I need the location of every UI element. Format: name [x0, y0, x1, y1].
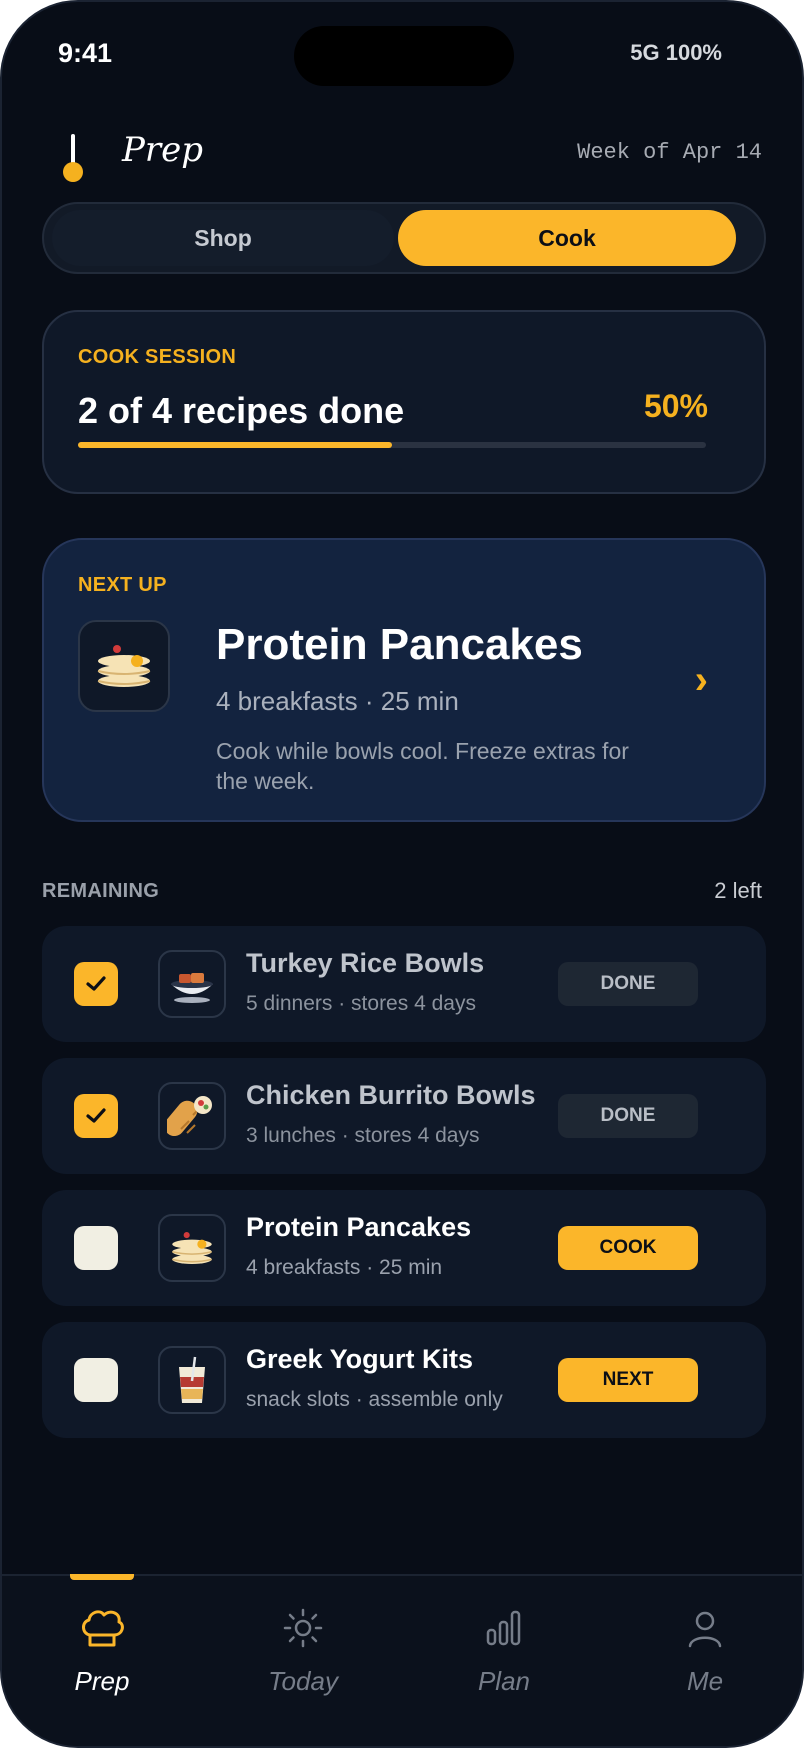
- cook-button[interactable]: COOK: [558, 1226, 698, 1270]
- person-icon: [681, 1604, 729, 1652]
- session-progress-bar: [78, 442, 706, 448]
- rice-bowl-icon: [158, 950, 226, 1018]
- item-subtitle: 3 lunches · stores 4 days: [246, 1124, 480, 1147]
- tab-bar: Prep Today Plan Me: [2, 1574, 802, 1746]
- checkmark-icon: [86, 1108, 106, 1123]
- list-item[interactable]: Turkey Rice Bowls 5 dinners · stores 4 d…: [42, 926, 766, 1042]
- session-eyebrow: COOK SESSION: [78, 346, 237, 368]
- status-indicators: 5G 100%: [630, 40, 722, 65]
- segment-cook[interactable]: Cook: [398, 210, 736, 266]
- burrito-icon: [158, 1082, 226, 1150]
- done-button[interactable]: DONE: [558, 962, 698, 1006]
- next-button[interactable]: NEXT: [558, 1358, 698, 1402]
- yogurt-cup-icon: [158, 1346, 226, 1414]
- next-up-eyebrow: NEXT UP: [78, 574, 167, 596]
- item-title: Chicken Burrito Bowls: [246, 1080, 536, 1110]
- checkbox-unchecked[interactable]: [74, 1358, 118, 1402]
- app-title: Prep: [122, 130, 204, 170]
- sun-icon: [279, 1604, 327, 1652]
- tab-plan[interactable]: Plan: [404, 1604, 604, 1714]
- session-percent: 50%: [643, 388, 708, 424]
- tab-me[interactable]: Me: [605, 1604, 802, 1714]
- item-subtitle: snack slots · assemble only: [246, 1388, 503, 1411]
- cook-session-card: COOK SESSION 2 of 4 recipes done 50%: [42, 310, 766, 494]
- tab-prep[interactable]: Prep: [2, 1604, 202, 1714]
- item-subtitle: 4 breakfasts · 25 min: [246, 1256, 443, 1279]
- checkbox-unchecked[interactable]: [74, 1226, 118, 1270]
- tab-label: Me: [686, 1666, 724, 1696]
- list-item[interactable]: Protein Pancakes 4 breakfasts · 25 min C…: [42, 1190, 766, 1306]
- done-button[interactable]: DONE: [558, 1094, 698, 1138]
- next-up-card[interactable]: NEXT UP Protein Pancakes 4 breakfasts · …: [42, 538, 766, 822]
- chef-hat-icon: [78, 1604, 126, 1652]
- item-title: Turkey Rice Bowls: [246, 948, 485, 978]
- pancakes-icon: [158, 1214, 226, 1282]
- tab-label: Plan: [477, 1666, 531, 1696]
- session-status: 2 of 4 recipes done: [78, 390, 405, 431]
- segment-shop[interactable]: Shop: [52, 210, 394, 266]
- list-item[interactable]: Greek Yogurt Kits snack slots · assemble…: [42, 1322, 766, 1438]
- tab-today[interactable]: Today: [203, 1604, 403, 1714]
- remaining-count: 2 left: [714, 878, 762, 903]
- session-progress-fill: [78, 442, 392, 448]
- bar-chart-icon: [480, 1604, 528, 1652]
- status-time: 9:41: [58, 38, 113, 68]
- checkbox-checked[interactable]: [74, 1094, 118, 1138]
- item-subtitle: 5 dinners · stores 4 days: [246, 992, 476, 1015]
- tab-label: Prep: [74, 1666, 130, 1696]
- dynamic-island: [294, 26, 514, 86]
- tab-label: Today: [268, 1666, 338, 1696]
- checkmark-icon: [86, 976, 106, 991]
- active-tab-indicator: [70, 1574, 134, 1580]
- next-up-note: Cook while bowls cool. Freeze extras for…: [216, 738, 629, 794]
- shop-cook-toggle: Shop Cook: [42, 202, 766, 274]
- item-title: Greek Yogurt Kits: [246, 1344, 474, 1374]
- spoon-logo-icon: [62, 134, 84, 182]
- week-label[interactable]: Week of Apr 14: [577, 140, 762, 165]
- next-up-title: Protein Pancakes: [216, 620, 583, 669]
- phone-screen: 9:41 5G 100% Prep Week of Apr 14 Shop Co…: [0, 0, 804, 1748]
- item-title: Protein Pancakes: [246, 1212, 472, 1242]
- next-up-meta: 4 breakfasts · 25 min: [216, 686, 459, 716]
- checkbox-checked[interactable]: [74, 962, 118, 1006]
- remaining-label: REMAINING: [42, 880, 160, 902]
- list-item[interactable]: Chicken Burrito Bowls 3 lunches · stores…: [42, 1058, 766, 1174]
- pancakes-icon: [78, 620, 170, 712]
- chevron-right-icon[interactable]: ›: [695, 658, 708, 703]
